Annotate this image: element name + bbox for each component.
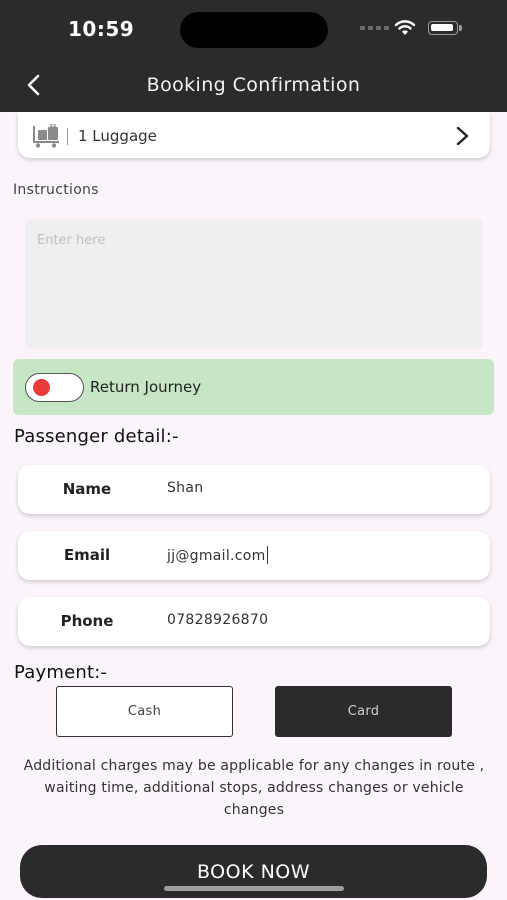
- email-value: jj@gmail.com: [167, 548, 266, 564]
- email-input[interactable]: jj@gmail.com: [167, 546, 268, 564]
- home-indicator: [164, 886, 344, 891]
- luggage-selector[interactable]: 1 Luggage: [18, 112, 490, 158]
- name-value[interactable]: Shan: [167, 480, 203, 496]
- payment-heading: Payment:-: [14, 662, 108, 683]
- battery-icon: [428, 21, 462, 35]
- email-field[interactable]: Email jj@gmail.com: [18, 531, 490, 580]
- luggage-count: 1 Luggage: [78, 127, 157, 145]
- wifi-icon: [394, 20, 416, 35]
- status-time: 10:59: [68, 17, 135, 41]
- return-journey-toggle[interactable]: [25, 373, 84, 402]
- cellular-signal-icon: [360, 26, 389, 30]
- name-field[interactable]: Name Shan: [18, 465, 490, 514]
- luggage-cart-icon: [33, 124, 59, 148]
- instructions-label: Instructions: [13, 182, 99, 198]
- chevron-right-icon[interactable]: [454, 125, 472, 147]
- phone-field[interactable]: Phone 07828926870: [18, 597, 490, 646]
- card-button[interactable]: Card: [275, 686, 452, 737]
- email-label: Email: [63, 546, 111, 564]
- toggle-knob: [33, 379, 50, 396]
- instructions-input[interactable]: [25, 219, 483, 349]
- passenger-heading: Passenger detail:-: [14, 426, 179, 447]
- phone-label: Phone: [60, 612, 114, 630]
- dynamic-island: [180, 12, 328, 48]
- divider: [67, 128, 68, 145]
- cash-button[interactable]: Cash: [56, 686, 233, 737]
- return-journey-row: Return Journey: [13, 359, 494, 415]
- phone-value[interactable]: 07828926870: [167, 612, 268, 628]
- name-label: Name: [62, 480, 112, 498]
- app-header: 10:59 Booking Confirmation: [0, 0, 507, 112]
- page-title: Booking Confirmation: [146, 74, 361, 96]
- text-cursor: [266, 546, 268, 564]
- return-journey-label: Return Journey: [90, 378, 202, 396]
- additional-charges-note: Additional charges may be applicable for…: [23, 758, 485, 818]
